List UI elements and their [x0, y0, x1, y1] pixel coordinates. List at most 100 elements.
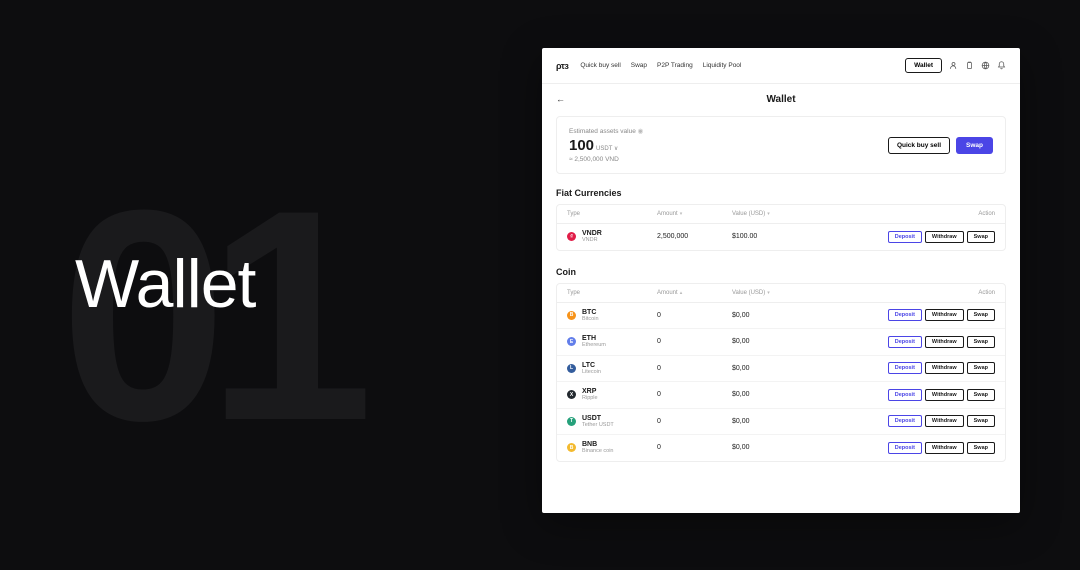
page-head: ← Wallet	[542, 84, 1020, 116]
asset-cell: XXRPRipple	[567, 388, 657, 402]
amount-cell: 0	[657, 365, 732, 372]
eye-icon[interactable]: ◉	[638, 128, 644, 135]
asset-fullname: Binance coin	[582, 449, 614, 455]
th-value[interactable]: Value (USD)▾	[732, 211, 807, 217]
fiat-title: Fiat Currencies	[556, 188, 1006, 198]
amount-cell: 0	[657, 312, 732, 319]
th-action: Action	[807, 290, 995, 296]
value-cell: $0,00	[732, 338, 807, 345]
row-swap-button[interactable]: Swap	[967, 362, 995, 374]
value-cell: $0,00	[732, 444, 807, 451]
sort-icon: ▾	[680, 211, 683, 217]
asset-symbol: BTC	[582, 309, 599, 316]
row-swap-button[interactable]: Swap	[967, 336, 995, 348]
coin-title: Coin	[556, 267, 1006, 277]
asset-fullname: Tether USDT	[582, 423, 614, 429]
fiat-section: Fiat Currencies Type Amount▾ Value (USD)…	[542, 188, 1020, 267]
amount-cell: 0	[657, 391, 732, 398]
assets-summary-card: Estimated assets value ◉ 100USDT ∨ ≈ 2,5…	[556, 116, 1006, 174]
sort-icon: ▾	[767, 211, 770, 217]
asset-cell: L LTCLitecoin	[567, 362, 657, 376]
coin-table: Type Amount▴ Value (USD)▾ Action BBTCBit…	[556, 283, 1006, 462]
coin-icon: B	[567, 443, 576, 452]
clipboard-icon[interactable]	[964, 61, 974, 71]
deposit-button[interactable]: Deposit	[888, 415, 922, 427]
withdraw-button[interactable]: Withdraw	[925, 231, 964, 243]
asset-symbol: ETH	[582, 335, 606, 342]
asset-cell: T USDTTether USDT	[567, 415, 657, 429]
withdraw-button[interactable]: Withdraw	[925, 415, 964, 427]
table-row: LLTCLitecoin0$0,00DepositWithdrawSwap	[557, 356, 1005, 383]
asset-fullname: Bitcoin	[582, 317, 599, 323]
app-header: ρτз Quick buy sell Swap P2P Trading Liqu…	[542, 48, 1020, 84]
coin-icon: L	[567, 364, 576, 373]
withdraw-button[interactable]: Withdraw	[925, 442, 964, 454]
th-amount[interactable]: Amount▾	[657, 211, 732, 217]
wallet-button[interactable]: Wallet	[905, 58, 942, 73]
row-swap-button[interactable]: Swap	[967, 442, 995, 454]
asset-symbol: XRP	[582, 388, 598, 395]
table-row: T USDTTether USDT 0$0,00 DepositWithdrawSwa…	[557, 409, 1005, 436]
asset-fullname: Ethereum	[582, 343, 606, 349]
asset-fullname: VNDR	[582, 238, 602, 244]
withdraw-button[interactable]: Withdraw	[925, 362, 964, 374]
asset-symbol: BNB	[582, 441, 614, 448]
coin-icon: T	[567, 417, 576, 426]
value-cell: $100.00	[732, 233, 807, 240]
swap-button[interactable]: Swap	[956, 137, 993, 154]
withdraw-button[interactable]: Withdraw	[925, 309, 964, 321]
coin-section: Coin Type Amount▴ Value (USD)▾ Action BB…	[542, 267, 1020, 478]
summary-value: 100USDT ∨	[569, 137, 643, 154]
withdraw-button[interactable]: Withdraw	[925, 336, 964, 348]
amount-cell: 2,500,000	[657, 233, 732, 240]
table-row: XXRPRipple0$0,00 DepositWithdrawSwap	[557, 382, 1005, 409]
amount-cell: 0	[657, 418, 732, 425]
fiat-table: Type Amount▾ Value (USD)▾ Action ₫ VNDRVN…	[556, 204, 1006, 251]
nav-quick-buy-sell[interactable]: Quick buy sell	[580, 62, 620, 69]
table-row: E ETHEthereum 0$0,00 DepositWithdrawSwap	[557, 329, 1005, 356]
th-action: Action	[807, 211, 995, 217]
row-swap-button[interactable]: Swap	[967, 309, 995, 321]
coin-icon: ₫	[567, 232, 576, 241]
asset-fullname: Litecoin	[582, 370, 601, 376]
row-swap-button[interactable]: Swap	[967, 415, 995, 427]
amount-cell: 0	[657, 444, 732, 451]
asset-symbol: VNDR	[582, 230, 602, 237]
logo[interactable]: ρτз	[556, 61, 568, 71]
deposit-button[interactable]: Deposit	[888, 442, 922, 454]
deposit-button[interactable]: Deposit	[888, 231, 922, 243]
asset-symbol: USDT	[582, 415, 614, 422]
th-amount[interactable]: Amount▴	[657, 290, 732, 296]
user-icon[interactable]	[948, 61, 958, 71]
page-title: Wallet	[542, 94, 1020, 105]
nav-p2p-trading[interactable]: P2P Trading	[657, 62, 693, 69]
nav-swap[interactable]: Swap	[631, 62, 647, 69]
deposit-button[interactable]: Deposit	[888, 389, 922, 401]
nav-liquidity-pool[interactable]: Liquidity Pool	[703, 62, 742, 69]
asset-fullname: Ripple	[582, 396, 598, 402]
amount-cell: 0	[657, 338, 732, 345]
value-cell: $0,00	[732, 391, 807, 398]
coin-icon: E	[567, 337, 576, 346]
bell-icon[interactable]	[996, 61, 1006, 71]
th-value[interactable]: Value (USD)▾	[732, 290, 807, 296]
row-swap-button[interactable]: Swap	[967, 389, 995, 401]
summary-unit-dropdown[interactable]: USDT ∨	[596, 146, 618, 152]
asset-cell: B BTCBitcoin	[567, 309, 657, 323]
deposit-button[interactable]: Deposit	[888, 336, 922, 348]
sort-icon: ▴	[680, 290, 683, 296]
asset-cell: E ETHEthereum	[567, 335, 657, 349]
globe-icon[interactable]	[980, 61, 990, 71]
coin-icon: B	[567, 311, 576, 320]
withdraw-button[interactable]: Withdraw	[925, 389, 964, 401]
hero-title: Wallet	[75, 245, 255, 323]
app-panel: ρτз Quick buy sell Swap P2P Trading Liqu…	[542, 48, 1020, 513]
th-type: Type	[567, 211, 657, 217]
summary-sub: ≈ 2,500,000 VND	[569, 156, 643, 163]
value-cell: $0,00	[732, 418, 807, 425]
quick-buy-sell-button[interactable]: Quick buy sell	[888, 137, 950, 154]
deposit-button[interactable]: Deposit	[888, 309, 922, 321]
asset-symbol: LTC	[582, 362, 601, 369]
row-swap-button[interactable]: Swap	[967, 231, 995, 243]
deposit-button[interactable]: Deposit	[888, 362, 922, 374]
